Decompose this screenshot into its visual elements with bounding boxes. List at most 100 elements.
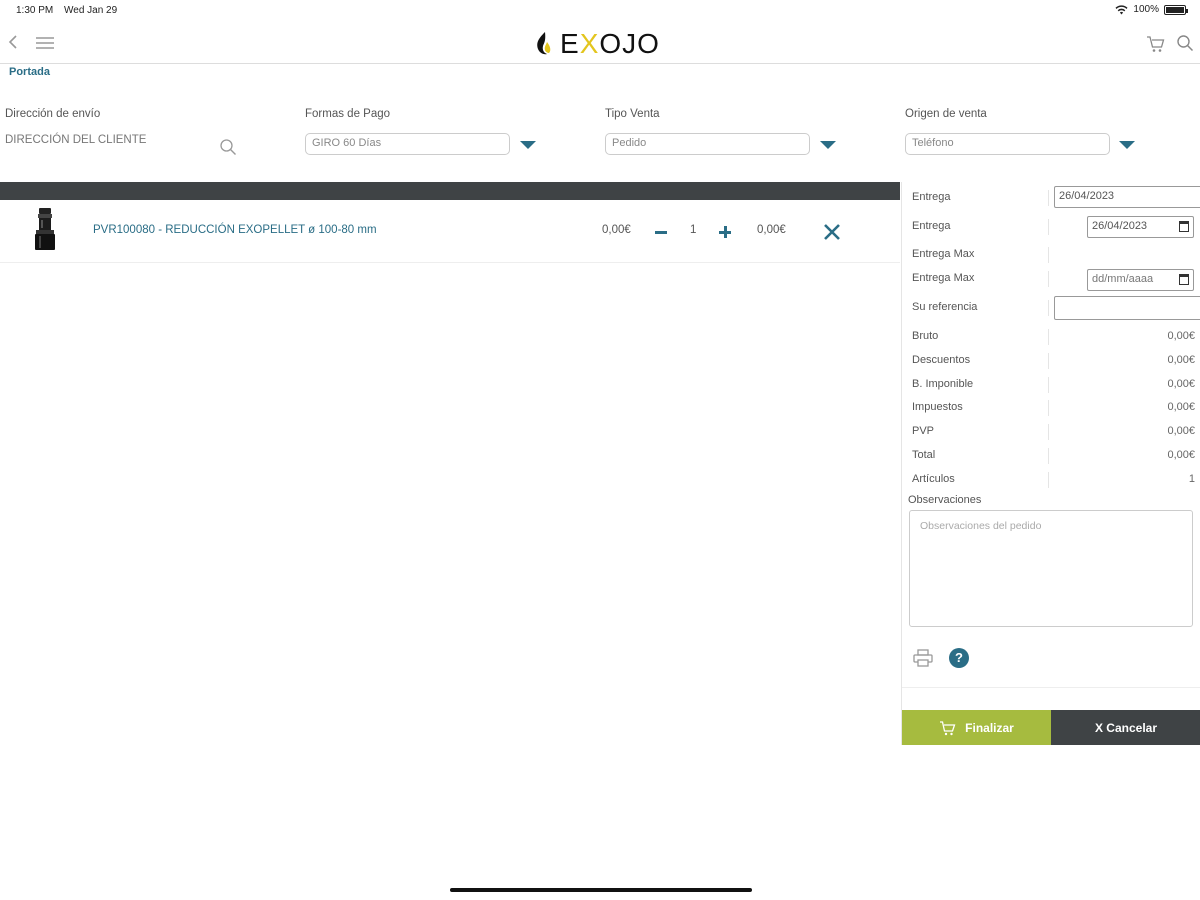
delivery-date-label: Entrega xyxy=(912,220,951,232)
product-name[interactable]: PVR100080 - REDUCCIÓN EXOPELLET ø 100-80… xyxy=(93,224,377,236)
cancel-button[interactable]: X Cancelar xyxy=(1051,710,1200,745)
exojo-logo[interactable]: EXOJO xyxy=(534,28,674,60)
finish-button[interactable]: Finalizar xyxy=(902,710,1051,745)
back-icon[interactable] xyxy=(6,34,22,50)
divider xyxy=(1048,424,1049,440)
observations-textarea[interactable]: Observaciones del pedido xyxy=(909,510,1193,627)
calendar-icon[interactable] xyxy=(1179,274,1189,285)
totals-value: 0,00€ xyxy=(1167,354,1195,366)
wifi-icon xyxy=(1115,4,1128,14)
totals-value: 0,00€ xyxy=(1167,425,1195,437)
logo-text: EXOJO xyxy=(560,28,660,59)
totals-value: 0,00€ xyxy=(1167,449,1195,461)
product-image xyxy=(35,208,55,250)
totals-value: 0,00€ xyxy=(1167,401,1195,413)
search-icon[interactable] xyxy=(1176,34,1194,52)
payment-select[interactable]: GIRO 60 Días xyxy=(305,133,510,155)
divider xyxy=(1048,377,1049,393)
status-date: Wed Jan 29 xyxy=(64,5,118,16)
delivery-max-date-placeholder: dd/mm/aaaa xyxy=(1092,273,1154,285)
cart-icon xyxy=(940,720,956,735)
decrease-quantity-button[interactable] xyxy=(655,231,667,234)
totals-row: Descuentos 0,00€ xyxy=(902,349,1200,373)
line-total: 0,00€ xyxy=(757,224,786,236)
totals-label: Impuestos xyxy=(912,401,963,413)
divider xyxy=(902,687,1200,688)
totals-value: 0,00€ xyxy=(1167,330,1195,342)
sale-origin-select[interactable]: Teléfono xyxy=(905,133,1110,155)
totals-row: Artículos 1 xyxy=(902,468,1200,492)
delivery-max-date-label: Entrega Max xyxy=(912,272,975,284)
print-icon[interactable] xyxy=(913,649,933,667)
divider xyxy=(1048,472,1049,488)
shipping-search-icon[interactable] xyxy=(219,138,237,156)
totals-label: Total xyxy=(912,449,936,461)
sale-origin-dropdown-icon[interactable] xyxy=(1119,141,1135,149)
divider xyxy=(1048,247,1049,263)
delivery-date-value: 26/04/2023 xyxy=(1092,220,1148,232)
order-summary-panel: Entrega 26/04/2023 Entrega 26/04/2023 En… xyxy=(901,182,1200,745)
shipping-field: Dirección de envío DIRECCIÓN DEL CLIENTE xyxy=(5,108,146,146)
sale-type-label: Tipo Venta xyxy=(605,108,660,120)
increase-quantity-button[interactable] xyxy=(719,226,731,238)
flame-logo-icon xyxy=(537,32,551,55)
delivery-max-label: Entrega Max xyxy=(912,248,975,260)
delivery-label: Entrega xyxy=(912,191,951,203)
quantity-value[interactable]: 1 xyxy=(690,224,696,236)
reference-label: Su referencia xyxy=(912,301,978,313)
top-navbar: EXOJO xyxy=(0,22,1200,64)
totals-value: 1 xyxy=(1188,473,1195,485)
battery-percent: 100% xyxy=(1133,4,1159,15)
order-fields: Dirección de envío DIRECCIÓN DEL CLIENTE… xyxy=(0,108,1200,168)
totals-label: Artículos xyxy=(912,473,955,485)
delivery-date-picker[interactable]: 26/04/2023 xyxy=(1087,216,1194,238)
sale-origin-label: Origen de venta xyxy=(905,108,987,120)
calendar-icon[interactable] xyxy=(1179,221,1189,232)
divider xyxy=(1048,271,1049,287)
status-right: 100% xyxy=(1115,4,1188,15)
shipping-label: Dirección de envío xyxy=(5,108,101,120)
totals-row: Bruto 0,00€ xyxy=(902,325,1200,349)
cart-icon[interactable] xyxy=(1146,34,1166,54)
divider xyxy=(1048,400,1049,416)
finish-label: Finalizar xyxy=(965,720,1014,735)
payment-label: Formas de Pago xyxy=(305,108,391,120)
totals-label: Descuentos xyxy=(912,354,971,366)
help-icon[interactable]: ? xyxy=(949,648,969,668)
unit-price: 0,00€ xyxy=(602,224,631,236)
divider xyxy=(1048,353,1049,369)
delivery-max-row: Entrega Max xyxy=(902,243,1200,267)
sale-type-dropdown-icon[interactable] xyxy=(820,141,836,149)
totals-value: 0,00€ xyxy=(1167,378,1195,390)
breadcrumb[interactable]: Portada xyxy=(9,66,50,78)
divider xyxy=(1048,219,1049,235)
totals-label: B. Imponible xyxy=(912,378,974,390)
status-bar: 1:30 PM Wed Jan 29 100% xyxy=(0,0,1200,22)
reference-input[interactable] xyxy=(1054,296,1200,320)
lines-header-bar xyxy=(0,182,900,200)
battery-icon xyxy=(1164,4,1188,15)
totals-label: Bruto xyxy=(912,330,939,342)
sale-type-field: Tipo Venta xyxy=(605,108,660,120)
payment-field: Formas de Pago xyxy=(305,108,390,120)
totals-row: Total 0,00€ xyxy=(902,444,1200,468)
remove-icon[interactable] xyxy=(822,222,842,242)
divider xyxy=(1048,190,1049,206)
payment-dropdown-icon[interactable] xyxy=(520,141,536,149)
status-time: 1:30 PM xyxy=(16,5,54,16)
observations-label: Observaciones xyxy=(908,494,982,506)
totals-label: PVP xyxy=(912,425,935,437)
totals-row: PVP 0,00€ xyxy=(902,420,1200,444)
menu-icon[interactable] xyxy=(36,36,54,50)
divider xyxy=(1048,448,1049,464)
order-line-row: PVR100080 - REDUCCIÓN EXOPELLET ø 100-80… xyxy=(0,200,900,263)
shipping-value[interactable]: DIRECCIÓN DEL CLIENTE xyxy=(5,134,146,146)
divider xyxy=(1048,300,1049,316)
home-indicator[interactable] xyxy=(450,888,752,892)
divider xyxy=(1048,329,1049,345)
totals-row: B. Imponible 0,00€ xyxy=(902,373,1200,397)
delivery-input[interactable]: 26/04/2023 xyxy=(1054,186,1200,208)
totals-row: Impuestos 0,00€ xyxy=(902,396,1200,420)
sale-type-select[interactable]: Pedido xyxy=(605,133,810,155)
delivery-max-date-picker[interactable]: dd/mm/aaaa xyxy=(1087,269,1194,291)
